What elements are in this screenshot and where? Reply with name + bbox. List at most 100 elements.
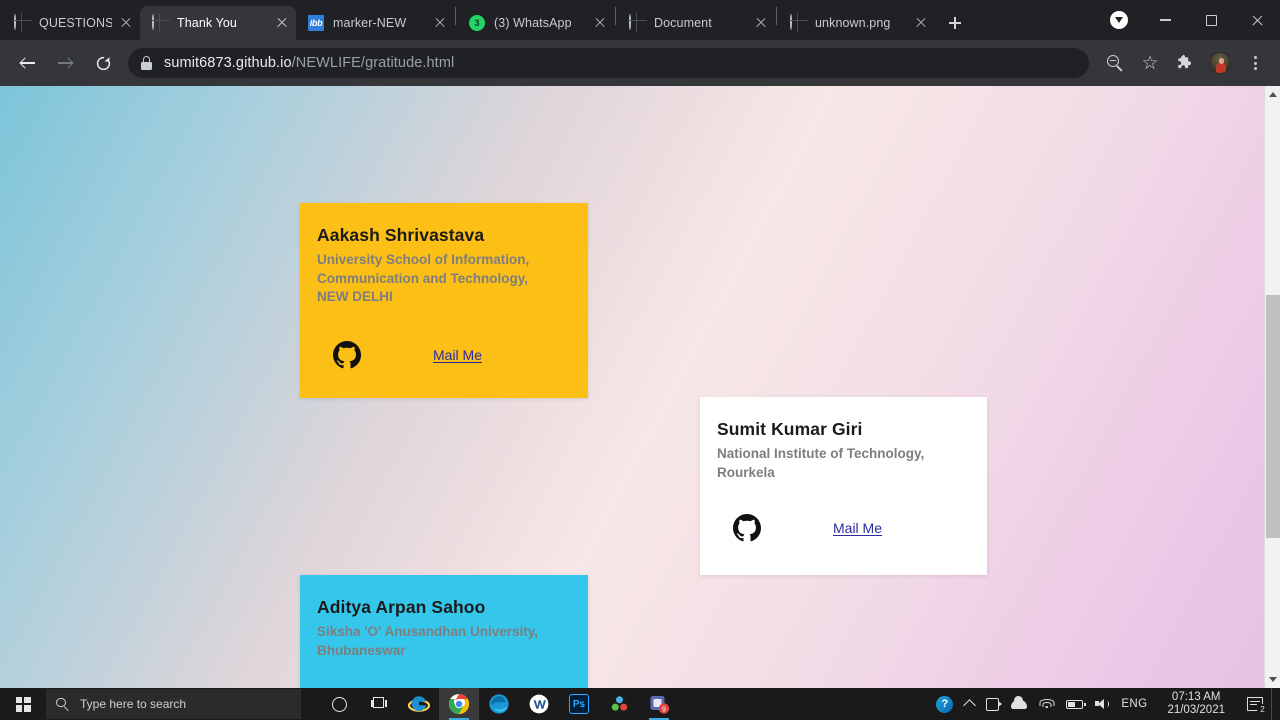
taskbar-search-input[interactable]: Type here to search — [46, 689, 301, 719]
forward-button[interactable] — [48, 46, 82, 80]
card-footer: Mail Me — [733, 514, 965, 542]
scrollbar-thumb[interactable] — [1266, 295, 1280, 538]
tab-questions[interactable]: QUESTIONS — [2, 6, 140, 40]
close-icon[interactable] — [753, 15, 769, 31]
tab-divider — [615, 7, 616, 25]
clock[interactable]: 07:13 AM 21/03/2021 — [1153, 688, 1239, 720]
mail-me-link[interactable]: Mail Me — [433, 347, 482, 363]
new-tab-button[interactable] — [941, 9, 969, 37]
close-icon[interactable] — [118, 15, 134, 31]
notifications-button[interactable]: 2 — [1239, 688, 1271, 720]
tab-title: Document — [654, 16, 712, 30]
office-app-icon[interactable]: 9 — [639, 688, 679, 720]
taskbar-apps: Ps 9 — [319, 688, 679, 720]
show-hidden-icons-chevron-icon[interactable] — [959, 688, 980, 720]
search-placeholder: Type here to search — [80, 697, 187, 711]
tab-title: QUESTIONS — [39, 16, 112, 30]
card-name: Aditya Arpan Sahoo — [317, 597, 486, 617]
card-organization: National Institute of Technology, Rourke… — [717, 446, 925, 480]
battery-icon[interactable] — [1060, 688, 1089, 720]
photoshop-icon[interactable]: Ps — [559, 688, 599, 720]
zoom-out-button[interactable] — [1098, 46, 1132, 80]
window-controls — [1096, 0, 1280, 40]
github-icon[interactable] — [333, 341, 361, 369]
reload-button[interactable] — [86, 46, 120, 80]
task-view-icon[interactable] — [359, 688, 399, 720]
show-desktop-button[interactable] — [1271, 688, 1276, 720]
three-dot-menu-icon — [1247, 55, 1263, 71]
card-organization: Siksha 'O' Anusandhan University, Bhuban… — [317, 624, 538, 658]
tab-title: unknown.png — [815, 16, 891, 30]
photoshop-label: Ps — [569, 694, 589, 714]
globe-icon — [790, 14, 806, 31]
start-button[interactable] — [0, 688, 46, 720]
tab-marker-new[interactable]: ibb marker-NEW — [296, 6, 454, 40]
card-name: Sumit Kumar Giri — [717, 419, 863, 439]
davinci-resolve-icon[interactable] — [599, 688, 639, 720]
browser-toolbar: sumit6873.github.io/NEWLIFE/gratitude.ht… — [0, 40, 1280, 86]
toolbar-actions: ☆ — [1097, 46, 1272, 80]
address-bar[interactable]: sumit6873.github.io/NEWLIFE/gratitude.ht… — [128, 48, 1089, 78]
tab-title: Thank You — [177, 16, 237, 30]
word-icon[interactable] — [519, 688, 559, 720]
vertical-scrollbar[interactable] — [1264, 86, 1280, 688]
tab-thank-you[interactable]: Thank You — [140, 6, 296, 40]
url-path: /NEWLIFE/gratitude.html — [291, 55, 455, 71]
profile-avatar — [1209, 52, 1231, 74]
tab-divider — [776, 7, 777, 25]
onedrive-cloud-icon[interactable] — [1005, 688, 1033, 720]
tab-whatsapp[interactable]: 3 (3) WhatsApp — [457, 6, 614, 40]
puzzle-icon — [1176, 54, 1194, 72]
wifi-icon[interactable] — [1033, 688, 1060, 720]
language-indicator[interactable]: ENG — [1115, 688, 1153, 720]
google-chrome-icon[interactable] — [439, 688, 479, 720]
close-icon[interactable] — [592, 15, 608, 31]
scroll-down-icon[interactable] — [1265, 671, 1280, 688]
volume-icon[interactable] — [1089, 688, 1115, 720]
device-tray-icon[interactable] — [980, 688, 1005, 720]
tab-strip: QUESTIONS Thank You ibb marker-NEW 3 (3)… — [0, 0, 1280, 40]
globe-icon — [152, 14, 168, 31]
screen: QUESTIONS Thank You ibb marker-NEW 3 (3)… — [0, 0, 1280, 720]
tab-unknown-png[interactable]: unknown.png — [778, 6, 935, 40]
whatsapp-icon: 3 — [469, 15, 485, 31]
tab-divider — [455, 7, 456, 25]
chrome-menu-button[interactable] — [1238, 46, 1272, 80]
profile-button[interactable] — [1203, 46, 1237, 80]
internet-explorer-icon[interactable] — [399, 688, 439, 720]
close-icon[interactable] — [913, 15, 929, 31]
scroll-up-icon[interactable] — [1265, 86, 1280, 103]
lock-icon — [140, 56, 153, 70]
extensions-button[interactable] — [1168, 46, 1202, 80]
close-icon[interactable] — [274, 15, 290, 31]
back-button[interactable] — [10, 46, 44, 80]
svg-text:9: 9 — [662, 706, 666, 713]
url-host: sumit6873.github.io — [164, 55, 292, 71]
search-icon — [56, 697, 69, 711]
maximize-icon[interactable] — [1188, 4, 1234, 36]
close-icon[interactable] — [432, 15, 448, 31]
windows-taskbar: Type here to search Ps 9 ? ENG 07:13 AM … — [0, 688, 1280, 720]
globe-icon — [629, 14, 645, 31]
close-icon[interactable] — [1234, 4, 1280, 36]
github-icon[interactable] — [733, 514, 761, 542]
ibb-icon: ibb — [308, 15, 324, 31]
contributor-card: Aditya Arpan Sahoo Siksha 'O' Anusandhan… — [300, 575, 588, 688]
cortana-icon[interactable] — [319, 688, 359, 720]
globe-icon — [14, 14, 30, 31]
browser-chrome: QUESTIONS Thank You ibb marker-NEW 3 (3)… — [0, 0, 1280, 86]
forward-arrow-icon — [57, 55, 74, 72]
tab-document[interactable]: Document — [617, 6, 775, 40]
star-icon: ☆ — [1141, 52, 1159, 74]
minimize-icon[interactable] — [1142, 4, 1188, 36]
page-viewport: Aakash Shrivastava University School of … — [0, 86, 1280, 688]
system-tray: ? ENG 07:13 AM 21/03/2021 2 — [930, 688, 1280, 720]
bookmark-button[interactable]: ☆ — [1133, 46, 1167, 80]
back-arrow-icon — [19, 55, 36, 72]
help-tray-icon[interactable]: ? — [930, 688, 959, 720]
tab-title: marker-NEW — [333, 16, 407, 30]
heart-badge-icon[interactable] — [1096, 4, 1142, 36]
mail-me-link[interactable]: Mail Me — [833, 520, 882, 536]
clock-time: 07:13 AM — [1171, 691, 1221, 703]
microsoft-edge-icon[interactable] — [479, 688, 519, 720]
